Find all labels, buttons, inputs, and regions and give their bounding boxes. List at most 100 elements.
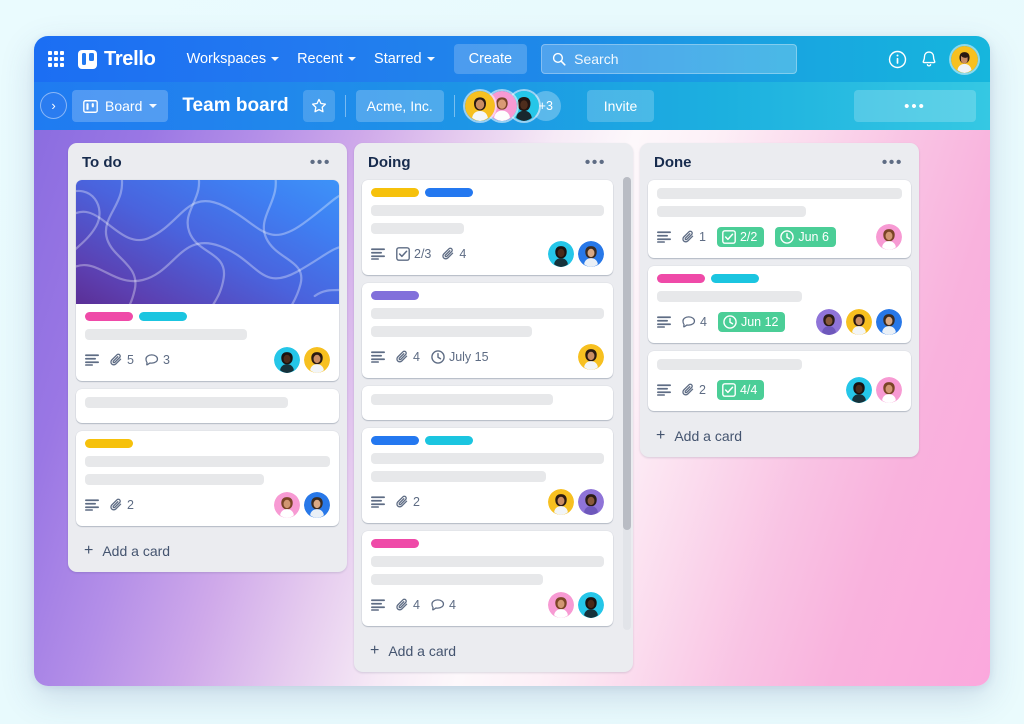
list-title[interactable]: Doing [368,154,411,171]
trello-mark-icon [78,49,97,69]
card[interactable] [362,386,613,420]
card-label[interactable] [425,188,473,197]
apps-grid-icon[interactable] [48,51,64,67]
badge-attachment[interactable]: 4 [442,247,466,261]
card-label[interactable] [85,312,133,321]
badge-description[interactable] [371,351,385,363]
create-button[interactable]: Create [453,44,528,74]
card-member-avatar[interactable] [578,241,604,267]
workspace-chip[interactable]: Acme, Inc. [355,90,444,122]
card[interactable]: 2/3 4 [362,180,613,275]
badge-attachment[interactable]: 4 [396,350,420,364]
badge-comment[interactable]: 4 [682,315,707,329]
star-board-button[interactable] [302,90,335,122]
card-member-avatar[interactable] [876,377,902,403]
badge-due-date[interactable]: July 15 [431,350,489,364]
sidebar-toggle-button[interactable]: › [40,92,67,119]
card-member-avatar[interactable] [578,592,604,618]
card[interactable]: 2 [76,431,339,526]
card-label[interactable] [711,274,759,283]
card-member-avatar[interactable] [846,377,872,403]
list-title[interactable]: To do [82,154,122,171]
plus-icon: + [84,542,94,559]
card-label[interactable] [371,291,419,300]
bell-icon[interactable] [920,50,938,69]
list-menu-button[interactable]: ••• [582,154,609,170]
card-member-avatar[interactable] [578,489,604,515]
add-card-button[interactable]: + Add a card [362,634,625,666]
badge-description[interactable] [85,354,99,366]
card-member-avatar[interactable] [846,309,872,335]
card-member-avatar[interactable] [548,592,574,618]
card-title-placeholder [371,308,604,319]
badge-due-date-complete[interactable]: Jun 6 [775,227,836,247]
list-menu-button[interactable]: ••• [307,154,334,170]
badge-checklist[interactable]: 2/3 [396,247,431,261]
badge-description[interactable] [85,499,99,511]
badge-description[interactable] [371,248,385,260]
badge-attachment[interactable]: 4 [396,598,420,612]
board-title[interactable]: Team board [178,95,292,117]
card-member-avatar[interactable] [548,489,574,515]
badge-description[interactable] [657,316,671,328]
card[interactable]: 4 4 [362,531,613,626]
card-member-avatar[interactable] [816,309,842,335]
search-input[interactable] [574,51,787,67]
info-circle-icon[interactable] [888,50,907,69]
card-member-avatar[interactable] [548,241,574,267]
trello-logo[interactable]: Trello [78,48,156,71]
card-member-avatar[interactable] [304,492,330,518]
card-label[interactable] [371,539,419,548]
member-avatar[interactable] [464,91,495,121]
badge-description[interactable] [371,599,385,611]
badge-attachment[interactable]: 5 [110,353,134,367]
card[interactable] [76,389,339,423]
badge-attachment[interactable]: 1 [682,230,706,244]
card[interactable]: 2 4/4 [648,351,911,411]
list-title[interactable]: Done [654,154,692,171]
nav-starred[interactable]: Starred [365,45,444,73]
card-label[interactable] [425,436,473,445]
add-card-button[interactable]: + Add a card [648,419,911,451]
badge-attachment[interactable]: 2 [682,383,706,397]
badge-comment[interactable]: 4 [431,598,456,612]
badge-attachment[interactable]: 2 [110,498,134,512]
nav-workspaces[interactable]: Workspaces [178,45,289,73]
badge-checklist-complete[interactable]: 2/2 [716,227,765,247]
board-view-selector[interactable]: Board [72,90,169,122]
invite-button[interactable]: Invite [586,90,655,122]
card[interactable]: 4 Jun 12 [648,266,911,343]
card-member-avatar[interactable] [274,492,300,518]
card[interactable]: 1 2/2 Jun 6 [648,180,911,258]
badge-attachment[interactable]: 2 [396,495,420,509]
card-label[interactable] [371,436,419,445]
card-member-avatar[interactable] [876,224,902,250]
card[interactable]: 5 3 [76,180,339,381]
board-menu-button[interactable]: ••• [854,90,976,122]
badge-comment[interactable]: 3 [145,353,170,367]
card-member-avatar[interactable] [876,309,902,335]
card-member-avatar[interactable] [578,344,604,370]
badge-checklist-complete[interactable]: 4/4 [716,380,765,400]
scrollbar-thumb[interactable] [623,177,631,531]
card[interactable]: 4 July 15 [362,283,613,378]
list-menu-button[interactable]: ••• [879,154,906,170]
card-label[interactable] [371,188,419,197]
badge-due-date-complete[interactable]: Jun 12 [717,312,786,332]
badge-description[interactable] [657,384,671,396]
card-label[interactable] [139,312,187,321]
card-member-avatar[interactable] [304,347,330,373]
add-card-button[interactable]: + Add a card [76,534,339,566]
card-member-avatar[interactable] [274,347,300,373]
card-label[interactable] [657,274,705,283]
card[interactable]: 2 [362,428,613,523]
search-box[interactable] [541,44,798,74]
card-label[interactable] [85,439,133,448]
list-scrollbar[interactable] [623,177,631,630]
nav-recent[interactable]: Recent [288,45,365,73]
badge-description[interactable] [657,231,671,243]
card-title-placeholder [85,456,330,467]
badge-description[interactable] [371,496,385,508]
account-avatar[interactable] [951,45,978,73]
board-canvas: To do ••• 5 3 2 + Add a card Doing ••• 2… [34,130,990,686]
